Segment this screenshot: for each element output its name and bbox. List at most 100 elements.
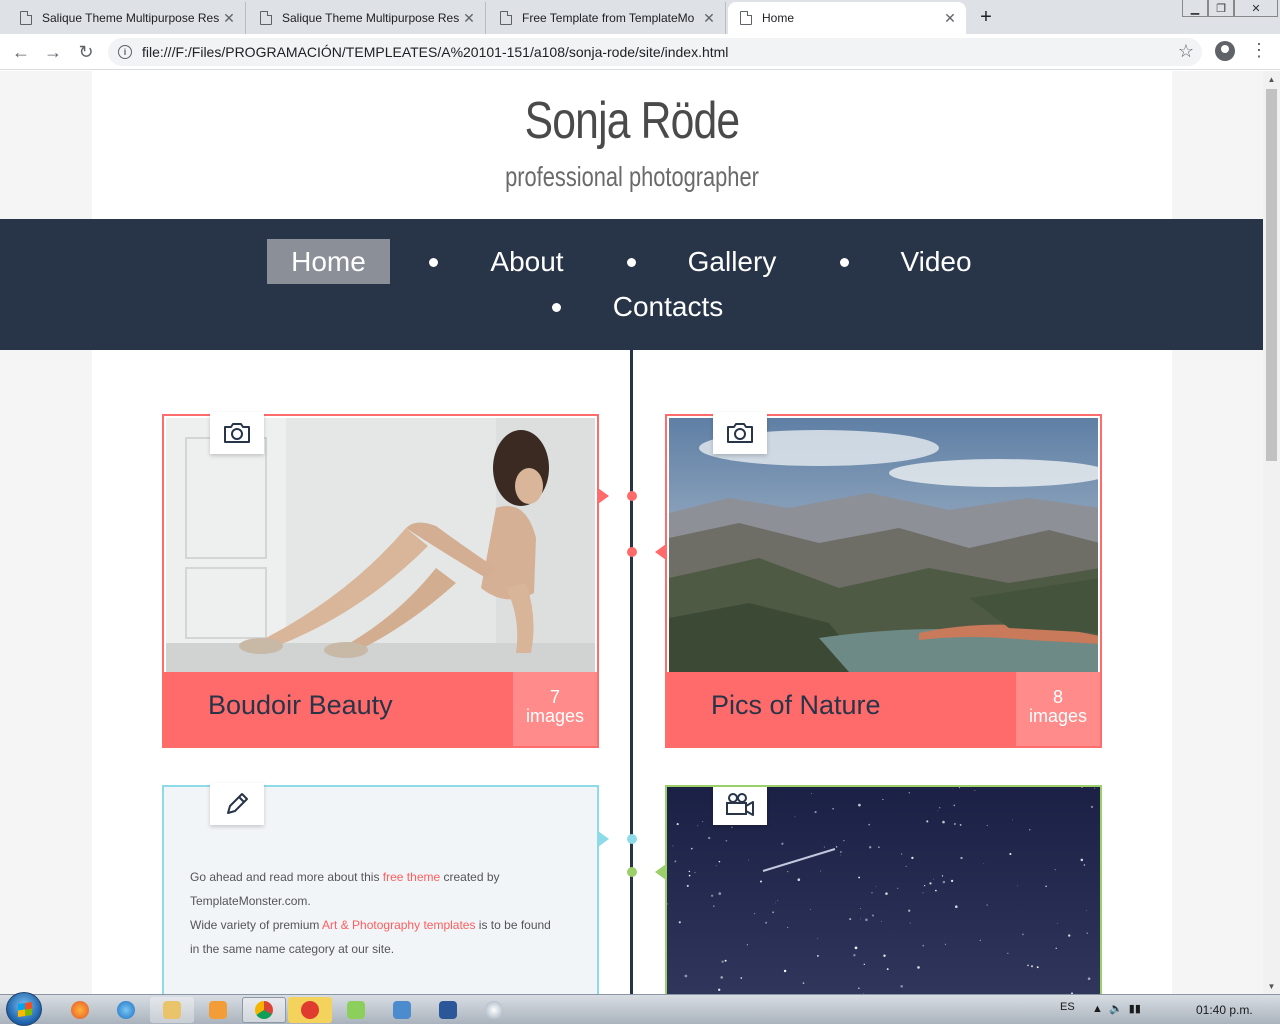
star <box>1085 910 1087 911</box>
star <box>1029 829 1031 831</box>
star <box>713 905 715 907</box>
tab-title: Salique Theme Multipurpose Res <box>42 11 220 25</box>
card-title[interactable]: Pics of Nature <box>711 690 881 721</box>
boudoir-photo[interactable] <box>166 418 595 672</box>
internet-explorer-taskbar-icon[interactable] <box>104 997 148 1023</box>
browser-tab-active[interactable]: Home ✕ <box>728 2 966 34</box>
video-camera-icon <box>726 793 754 816</box>
nature-photo[interactable] <box>669 418 1098 672</box>
nav-gallery[interactable]: Gallery <box>672 239 792 284</box>
taskbar-clock[interactable]: 01:40 p.m. <box>1196 1003 1253 1017</box>
nav-video[interactable]: Video <box>886 239 986 284</box>
restore-icon[interactable]: ❐ <box>1208 0 1234 17</box>
close-icon[interactable]: ✕ <box>701 10 717 27</box>
browser-tab[interactable]: Salique Theme Multipurpose Res ✕ <box>8 2 246 34</box>
alarm-clock-taskbar-icon[interactable] <box>288 997 332 1023</box>
star <box>882 798 884 801</box>
browser-menu-icon[interactable]: ⋮ <box>1250 40 1268 61</box>
word-taskbar-icon[interactable] <box>426 997 470 1023</box>
address-bar[interactable]: i file:///F:/Files/PROGRAMACIÓN/TEMPLEAT… <box>108 38 1202 66</box>
media-player-taskbar-icon[interactable] <box>196 997 240 1023</box>
body-text: TemplateMonster.com. <box>190 894 311 908</box>
star <box>759 880 763 883</box>
account-avatar-icon[interactable] <box>1215 41 1235 61</box>
star <box>909 922 911 924</box>
star <box>1022 933 1024 936</box>
nav-contacts[interactable]: Contacts <box>598 284 738 329</box>
card-title[interactable]: Boudoir Beauty <box>208 690 393 721</box>
start-button-icon[interactable] <box>6 992 42 1026</box>
close-icon[interactable]: ✕ <box>461 10 477 27</box>
new-tab-button[interactable]: + <box>972 4 1000 30</box>
browser-tab[interactable]: Salique Theme Multipurpose Res ✕ <box>248 2 486 34</box>
star <box>858 987 860 989</box>
chat-taskbar-icon[interactable] <box>334 997 378 1023</box>
timeline-dot <box>627 867 637 877</box>
free-theme-link[interactable]: free theme <box>383 870 440 884</box>
window-close-icon[interactable]: ✕ <box>1234 0 1278 17</box>
star <box>986 904 988 906</box>
star <box>718 892 722 895</box>
star <box>1012 819 1013 821</box>
star <box>953 822 956 826</box>
browser-tab[interactable]: Free Template from TemplateMo ✕ <box>488 2 726 34</box>
scrollbar-thumb[interactable] <box>1266 89 1277 461</box>
star <box>1094 787 1096 789</box>
camera-icon <box>727 423 753 443</box>
chrome-taskbar-icon[interactable] <box>242 997 286 1023</box>
star <box>880 921 882 923</box>
bookmark-star-icon[interactable]: ☆ <box>1178 41 1194 62</box>
nav-home[interactable]: Home <box>267 239 390 284</box>
star <box>1087 977 1091 981</box>
firefox-taskbar-icon[interactable] <box>58 997 102 1023</box>
page-scrollbar[interactable]: ▲ ▼ <box>1263 71 1280 995</box>
nav-about[interactable]: About <box>472 239 582 284</box>
close-icon[interactable]: ✕ <box>942 10 958 27</box>
url-text[interactable]: file:///F:/Files/PROGRAMACIÓN/TEMPLEATES… <box>142 44 728 60</box>
image-count: 7 <box>549 687 560 707</box>
back-arrow-icon[interactable]: ← <box>9 40 33 64</box>
forward-arrow-icon[interactable]: → <box>41 40 65 64</box>
star <box>974 790 976 791</box>
star <box>1027 964 1029 967</box>
nav-separator <box>840 258 849 267</box>
star <box>886 968 889 971</box>
star <box>814 811 817 814</box>
page-icon <box>740 11 752 25</box>
pencil-icon-box <box>210 783 264 825</box>
card-caption[interactable]: Boudoir Beauty 7 images <box>164 672 597 746</box>
image-count-label: images <box>1028 706 1088 726</box>
tray-icons[interactable]: ▲ 🔈 ▮▮ <box>1092 1002 1141 1015</box>
close-icon[interactable]: ✕ <box>221 10 237 27</box>
star <box>871 892 873 894</box>
page-icon <box>500 11 512 25</box>
star <box>1009 852 1012 856</box>
file-explorer-taskbar-icon[interactable] <box>150 997 194 1023</box>
star <box>725 839 728 842</box>
star <box>1090 805 1094 809</box>
star <box>1083 864 1086 866</box>
language-indicator[interactable]: ES <box>1060 1001 1075 1013</box>
art-photography-templates-link[interactable]: Art & Photography templates <box>322 918 475 932</box>
paint-taskbar-icon[interactable] <box>472 997 516 1023</box>
page-icon <box>20 11 32 25</box>
star <box>1017 885 1019 887</box>
star <box>720 976 723 979</box>
star <box>883 954 886 957</box>
video-card[interactable] <box>665 785 1102 995</box>
info-icon[interactable]: i <box>118 45 132 59</box>
minimize-icon[interactable]: ▁ <box>1182 0 1208 17</box>
body-text: in the same name category at our site. <box>190 942 395 956</box>
star <box>922 892 924 894</box>
remote-desktop-taskbar-icon[interactable] <box>380 997 424 1023</box>
camera-icon-box <box>713 412 767 454</box>
star <box>1055 947 1057 949</box>
reload-icon[interactable]: ↻ <box>74 40 98 64</box>
scroll-down-arrow-icon[interactable]: ▼ <box>1263 978 1280 995</box>
scroll-up-arrow-icon[interactable]: ▲ <box>1263 71 1280 88</box>
gallery-card-nature[interactable]: Pics of Nature 8 images <box>665 412 1102 748</box>
gallery-card-boudoir[interactable]: Boudoir Beauty 7 images <box>162 412 599 748</box>
star <box>952 788 954 790</box>
star <box>809 909 811 910</box>
card-caption[interactable]: Pics of Nature 8 images <box>667 672 1100 746</box>
